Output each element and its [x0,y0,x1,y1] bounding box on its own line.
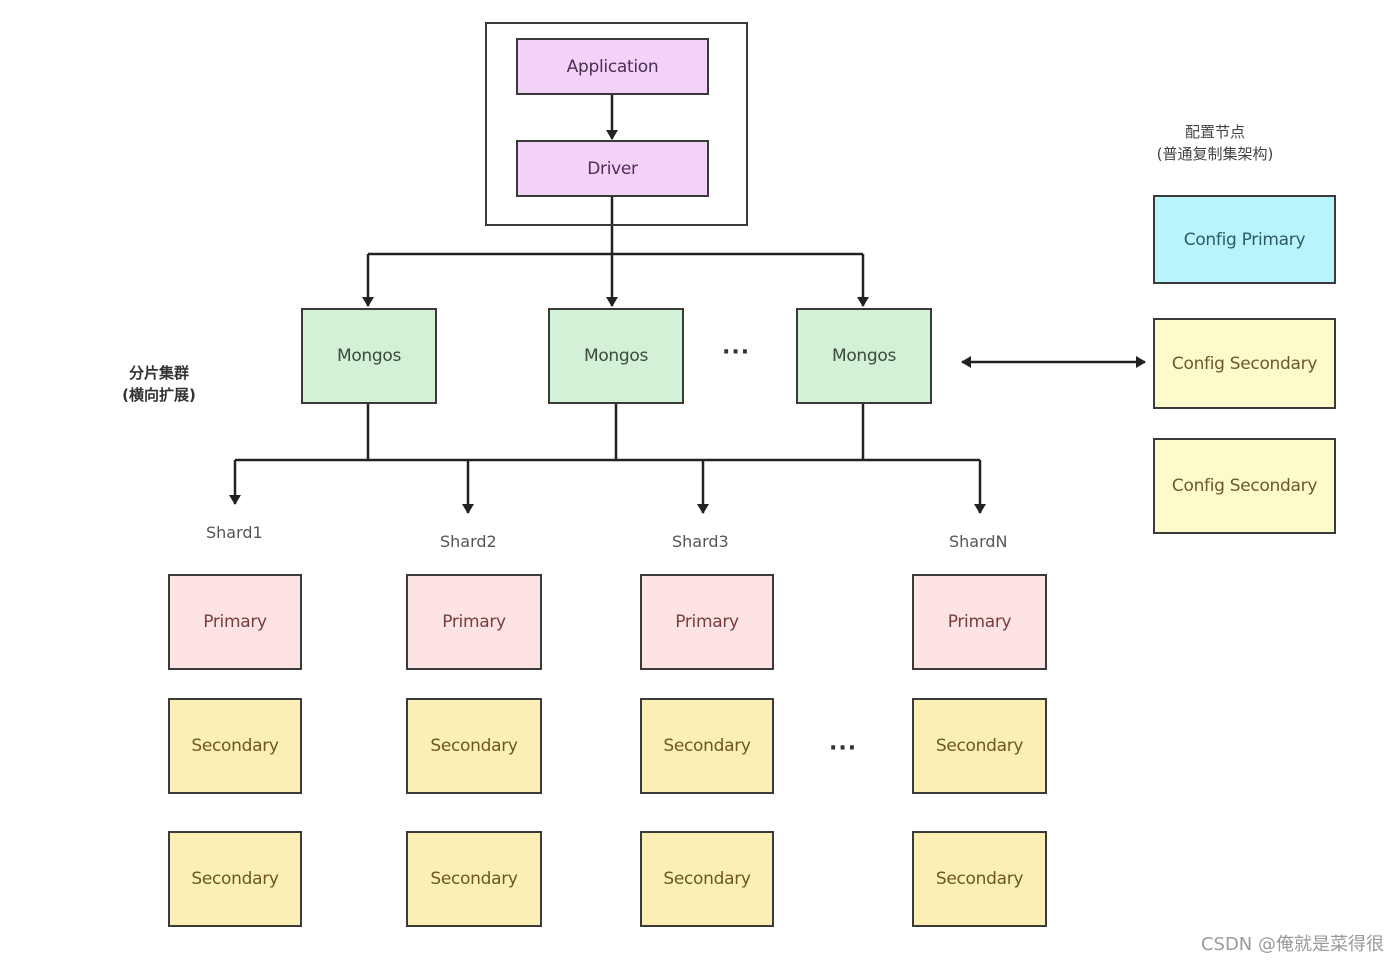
shard1-primary-node[interactable]: Primary [168,574,302,670]
secondary-label: Secondary [191,736,279,756]
driver-label: Driver [587,158,638,179]
shard-ellipsis: ··· [829,736,858,761]
shard3-primary-node[interactable]: Primary [640,574,774,670]
shardN-secondary-node-1[interactable]: Secondary [912,698,1047,794]
shard1-label: Shard1 [206,523,263,542]
mongos-label: Mongos [831,346,897,366]
config-primary-node[interactable]: Config Primary [1153,195,1336,284]
shard2-primary-node[interactable]: Primary [406,574,542,670]
secondary-label: Secondary [191,869,279,889]
config-nodes-label-line1: 配置节点 [1184,123,1245,141]
shard2-label: Shard2 [440,532,497,551]
sharded-cluster-label: 分片集群 (横向扩展) [100,362,218,406]
shard2-secondary-node-1[interactable]: Secondary [406,698,542,794]
driver-node[interactable]: Driver [516,140,709,197]
secondary-label: Secondary [663,869,751,889]
mongos-node-1[interactable]: Mongos [301,308,437,404]
secondary-label: Secondary [935,736,1024,756]
config-secondary-node-2[interactable]: Config Secondary [1153,438,1336,534]
shardN-primary-node[interactable]: Primary [912,574,1047,670]
shard1-secondary-node-1[interactable]: Secondary [168,698,302,794]
config-primary-label: Config Primary [1183,229,1306,250]
secondary-label: Secondary [430,869,518,889]
mongos-label: Mongos [336,346,402,366]
mongos-node-2[interactable]: Mongos [548,308,684,404]
secondary-label: Secondary [935,869,1024,889]
shard3-secondary-node-2[interactable]: Secondary [640,831,774,927]
primary-label: Primary [203,612,267,632]
mongos-ellipsis: ··· [722,340,751,365]
sharded-cluster-label-line2: (横向扩展) [122,386,196,404]
primary-label: Primary [947,612,1012,632]
application-node[interactable]: Application [516,38,709,95]
sharded-cluster-label-line1: 分片集群 [128,364,189,382]
mongos-node-3[interactable]: Mongos [796,308,932,404]
shard1-secondary-node-2[interactable]: Secondary [168,831,302,927]
config-secondary-node-1[interactable]: Config Secondary [1153,318,1336,409]
shardN-secondary-node-2[interactable]: Secondary [912,831,1047,927]
shard2-secondary-node-2[interactable]: Secondary [406,831,542,927]
config-nodes-label: 配置节点 (普通复制集架构) [1130,121,1300,165]
config-secondary-label: Config Secondary [1171,476,1318,496]
shard3-label: Shard3 [672,532,729,551]
shard3-secondary-node-1[interactable]: Secondary [640,698,774,794]
secondary-label: Secondary [663,736,751,756]
config-secondary-label: Config Secondary [1171,353,1318,374]
primary-label: Primary [442,612,506,632]
csdn-watermark: CSDN @俺就是菜得很 [1200,934,1384,955]
application-label: Application [566,56,659,77]
shardN-label: ShardN [949,532,1008,551]
config-nodes-label-line2: (普通复制集架构) [1156,145,1274,163]
mongos-label: Mongos [583,346,649,366]
secondary-label: Secondary [430,736,518,756]
primary-label: Primary [675,612,739,632]
